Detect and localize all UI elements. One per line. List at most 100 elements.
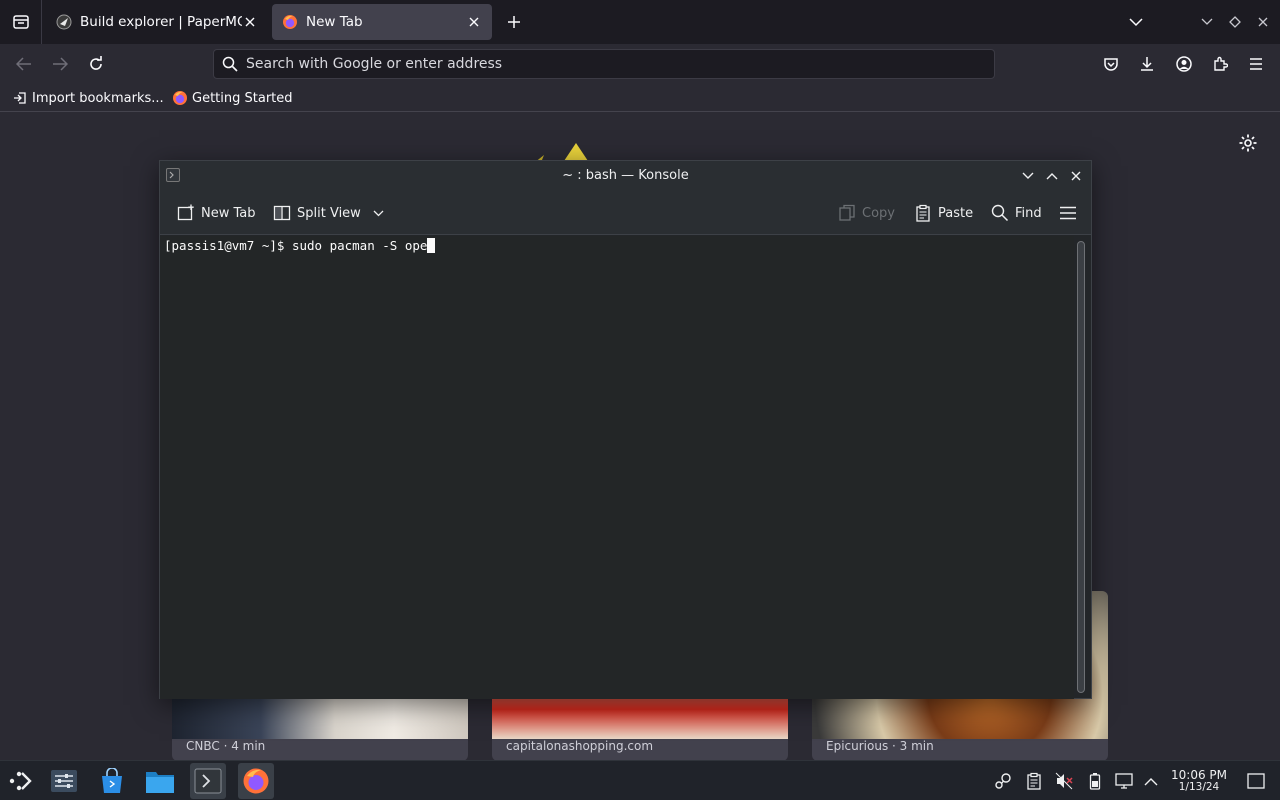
tab-label: Build explorer | PaperMC [80,14,242,30]
arrow-right-icon [53,57,68,71]
clock-time: 10:06 PM [1171,768,1227,782]
split-view-button[interactable]: Split View [273,201,390,225]
close-tab-icon[interactable] [466,14,482,30]
paste-icon [916,204,930,222]
show-desktop-icon [1247,773,1265,789]
clock-date: 1/13/24 [1178,781,1220,793]
split-view-label: Split View [297,205,361,221]
personalize-settings-button[interactable] [1238,133,1260,155]
story-source: CNBC · 4 min [186,739,266,753]
hamburger-menu-icon [1250,58,1262,70]
new-tab-label: New Tab [201,205,256,221]
firefox-taskbar-item[interactable] [238,763,274,799]
forward-button[interactable] [46,50,74,78]
bookmarks-toolbar: Import bookmarks... Getting Started [0,84,1280,112]
close-icon [1071,171,1081,181]
download-icon [1141,57,1153,71]
reload-icon [90,56,102,70]
maximize-window-button[interactable] [1225,12,1245,32]
steamos-launcher-icon [9,771,32,791]
account-button[interactable] [1170,50,1198,78]
bookmark-label: Import bookmarks... [32,90,164,106]
browser-navigation-bar: Search with Google or enter address [0,44,1280,84]
taskbar: 10:06 PM 1/13/24 [0,760,1280,800]
system-settings-launcher[interactable] [46,763,82,799]
import-icon [12,90,28,106]
gear-icon [1239,134,1257,152]
close-window-button[interactable] [1253,12,1273,32]
app-menu-button[interactable] [1242,50,1270,78]
chevron-down-icon [373,210,384,216]
digital-clock[interactable]: 10:06 PM 1/13/24 [1168,769,1230,793]
bookmark-getting-started[interactable]: Getting Started [172,89,293,107]
text-cursor [427,238,436,253]
firefox-icon [172,90,188,106]
search-icon [222,56,238,72]
terminal-line: [passis1@vm7 ~]$ sudo pacman -S ope [164,238,436,253]
story-source: capitalonashopping.com [506,739,654,753]
address-bar-placeholder: Search with Google or enter address [246,56,503,72]
firefox-icon [282,14,298,30]
application-launcher[interactable] [2,763,38,799]
battery-tray-icon[interactable] [1085,771,1105,791]
pocket-icon [1104,58,1118,71]
window-title: ~ : bash — Konsole [562,168,689,183]
pocket-button[interactable] [1097,50,1125,78]
tab-new-tab[interactable]: New Tab [272,4,492,40]
puzzle-icon [1214,56,1228,71]
discover-launcher[interactable] [94,763,130,799]
konsole-toolbar: New Tab Split View Copy Paste Find [160,191,1091,235]
new-tab-button[interactable]: New Tab [177,201,256,225]
konsole-window: ~ : bash — Konsole New Tab Split View Co… [159,160,1092,699]
paste-label: Paste [938,205,974,221]
close-icon [1258,17,1268,27]
steam-tray-icon[interactable] [993,771,1013,791]
reload-button[interactable] [82,50,110,78]
konsole-taskbar-item[interactable] [190,763,226,799]
chevron-down-icon [1129,18,1143,27]
extensions-button[interactable] [1206,50,1234,78]
paste-button[interactable]: Paste [914,201,973,225]
clipboard-tray-icon[interactable] [1024,771,1044,791]
dolphin-file-manager-launcher[interactable] [142,763,178,799]
konsole-titlebar[interactable]: ~ : bash — Konsole [160,161,1091,191]
downloads-button[interactable] [1133,50,1161,78]
maximize-button[interactable] [1043,167,1061,185]
terminal-scrollbar[interactable] [1076,241,1086,693]
close-button[interactable] [1067,167,1085,185]
chevron-up-icon [1144,777,1158,785]
new-tab-icon [177,204,194,221]
bookmark-label: Getting Started [192,90,293,106]
address-bar[interactable]: Search with Google or enter address [213,49,995,79]
minimize-button[interactable] [1019,167,1037,185]
shell-prompt: [passis1@vm7 ~]$ [164,238,292,253]
terminal-area[interactable]: [passis1@vm7 ~]$ sudo pacman -S ope [160,236,1074,699]
settings-sliders-icon [51,770,77,792]
bookmark-import[interactable]: Import bookmarks... [12,89,164,107]
firefox-icon [243,768,269,794]
chevron-down-icon [1022,172,1034,179]
minimize-window-button[interactable] [1197,12,1217,32]
copy-label: Copy [862,205,895,221]
network-tray-icon[interactable] [1114,771,1134,791]
typed-command: sudo pacman -S ope [291,238,428,253]
find-button[interactable]: Find [991,201,1042,225]
chevron-down-icon [1201,18,1213,25]
chevron-up-icon [1046,173,1058,180]
tab-build-explorer[interactable]: Build explorer | PaperMC [46,4,268,40]
copy-button[interactable]: Copy [838,201,895,225]
show-hidden-icons-button[interactable] [1141,771,1161,791]
account-icon [1176,56,1192,72]
browser-tab-bar: Build explorer | PaperMC New Tab [0,0,1280,44]
volume-muted-tray-icon[interactable] [1054,771,1074,791]
papermc-icon [56,14,72,30]
hamburger-menu-button[interactable] [1059,201,1083,225]
list-all-tabs-button[interactable] [1122,8,1150,36]
close-tab-icon[interactable] [242,14,258,30]
new-tab-button[interactable] [500,8,528,36]
firefox-view-button[interactable] [0,0,42,44]
scrollbar-thumb[interactable] [1077,241,1085,693]
show-desktop-button[interactable] [1246,771,1266,791]
back-button[interactable] [10,50,38,78]
story-source: Epicurious · 3 min [826,739,934,753]
